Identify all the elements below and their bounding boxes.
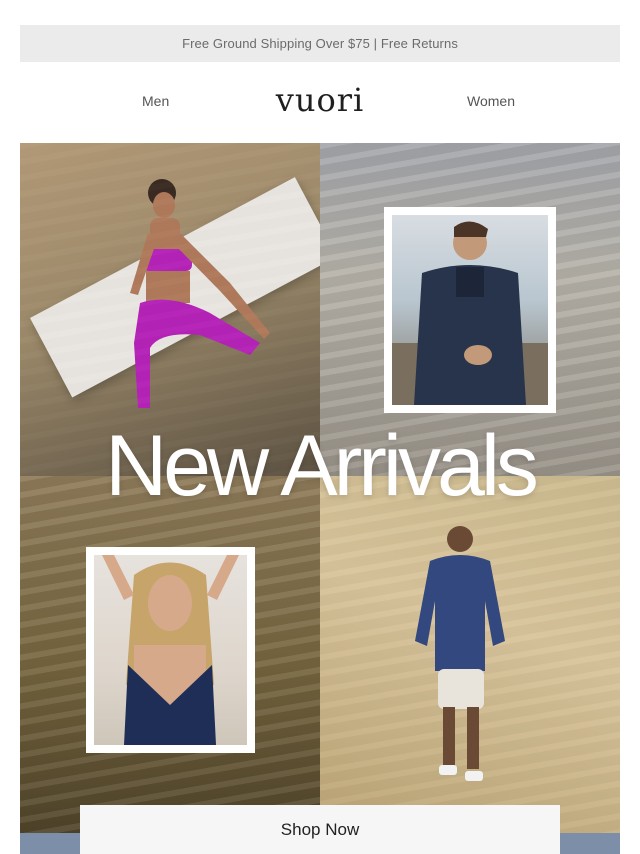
promo-bar: Free Ground Shipping Over $75 | Free Ret… (20, 25, 620, 62)
hero-headline: New Arrivals (105, 418, 539, 514)
promo-text: Free Ground Shipping Over $75 | Free Ret… (182, 36, 458, 51)
woman-bra-figure (102, 555, 239, 745)
hero-image-man-hoodie (320, 476, 620, 854)
inset-photo-man-jacket (384, 207, 556, 413)
man-jacket-figure (392, 221, 548, 405)
inset-photo-woman-bra (86, 547, 255, 753)
inset-photo-man-jacket-image (392, 215, 548, 405)
inset-photo-woman-bra-image (94, 555, 247, 745)
shop-now-button[interactable]: Shop Now (80, 805, 560, 854)
hero-banner[interactable]: New Arrivals (20, 143, 620, 854)
brand-logo[interactable]: vuori (272, 80, 368, 120)
man-hoodie-figure (415, 526, 505, 781)
nav-link-women[interactable]: Women (467, 93, 515, 109)
nav-link-men[interactable]: Men (142, 93, 169, 109)
header-nav: Men vuori Women (20, 62, 620, 143)
